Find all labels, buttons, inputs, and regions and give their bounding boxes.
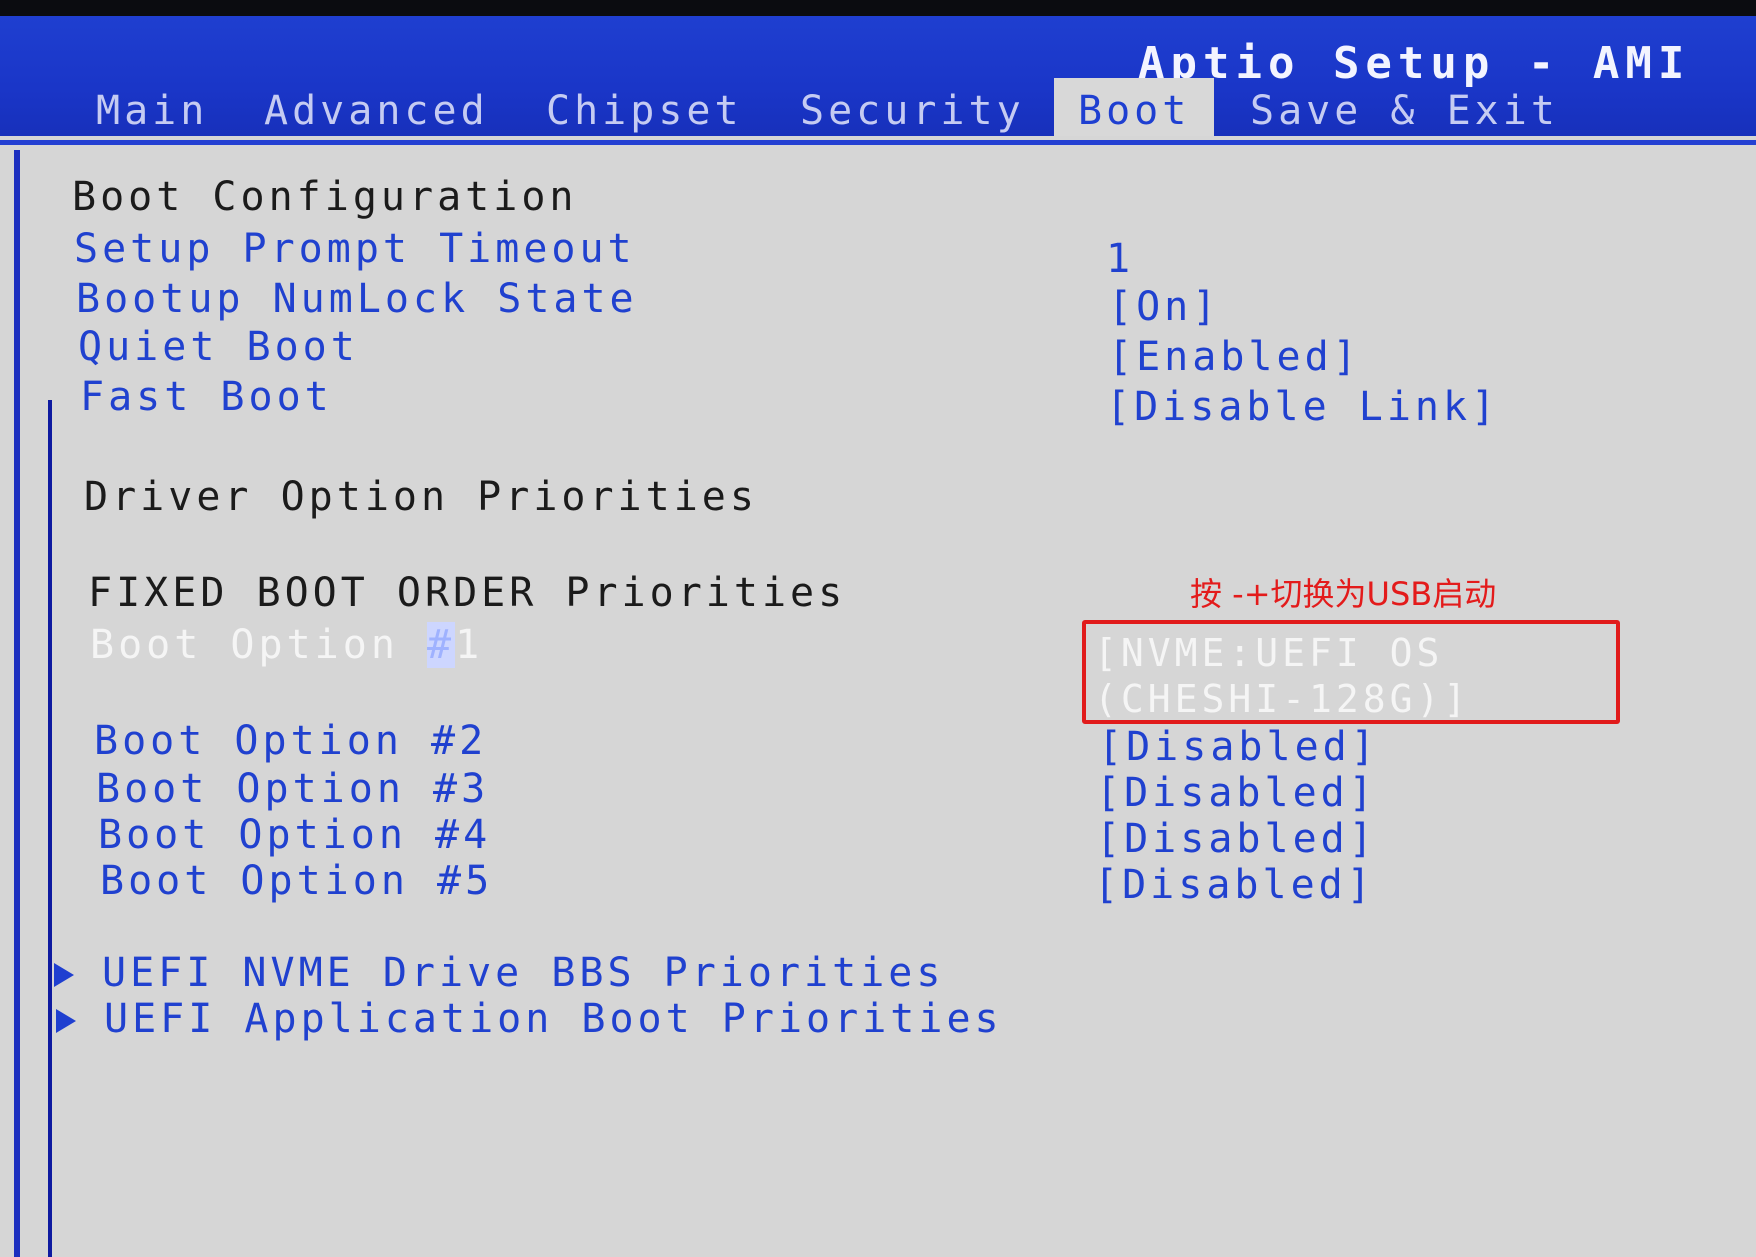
text-cursor: # <box>426 622 456 668</box>
driver-option-priorities-heading: Driver Option Priorities <box>84 474 758 520</box>
bios-screen: Aptio Setup - AMI Main Advanced Chipset … <box>0 0 1756 1257</box>
boot-option-1-number: 1 <box>455 622 484 668</box>
fixed-boot-order-heading: FIXED BOOT ORDER Priorities <box>88 570 847 616</box>
boot-option-4-value[interactable]: [Disabled] <box>1096 816 1377 862</box>
tab-main[interactable]: Main <box>96 78 208 144</box>
setup-prompt-timeout-label[interactable]: Setup Prompt Timeout <box>74 226 636 272</box>
quiet-boot-label[interactable]: Quiet Boot <box>78 324 359 370</box>
submenu-arrow-icon <box>54 963 74 987</box>
uefi-application-boot-priorities-item[interactable]: UEFI Application Boot Priorities <box>56 996 1003 1042</box>
annotation-note: 按 -+切换为USB启动 <box>1190 575 1497 613</box>
boot-option-3-label[interactable]: Boot Option #3 <box>96 766 489 812</box>
uefi-nvme-drive-bbs-priorities-label: UEFI NVME Drive BBS Priorities <box>102 950 945 996</box>
boot-option-1-value[interactable]: [NVME:UEFI OS (CHESHI-128G)] <box>1094 630 1614 722</box>
uefi-nvme-drive-bbs-priorities-item[interactable]: UEFI NVME Drive BBS Priorities <box>54 950 944 996</box>
uefi-application-boot-priorities-label: UEFI Application Boot Priorities <box>104 996 1003 1042</box>
tab-security[interactable]: Security <box>800 78 1025 144</box>
bootup-numlock-state-value[interactable]: [On] <box>1108 284 1220 330</box>
panel-left-border <box>14 150 20 1257</box>
boot-option-5-value[interactable]: [Disabled] <box>1094 862 1375 908</box>
boot-option-4-label[interactable]: Boot Option #4 <box>98 812 491 858</box>
setup-prompt-timeout-value[interactable]: 1 <box>1106 236 1134 282</box>
header-bar: Aptio Setup - AMI Main Advanced Chipset … <box>0 16 1756 144</box>
bootup-numlock-state-label[interactable]: Bootup NumLock State <box>76 276 638 322</box>
boot-option-1-label[interactable]: Boot Option #1 <box>90 622 483 668</box>
fast-boot-label[interactable]: Fast Boot <box>80 374 333 420</box>
quiet-boot-value[interactable]: [Enabled] <box>1108 334 1361 380</box>
fast-boot-value[interactable]: [Disable Link] <box>1106 384 1499 430</box>
tab-chipset[interactable]: Chipset <box>546 78 743 144</box>
boot-option-2-value[interactable]: [Disabled] <box>1098 724 1379 770</box>
panel-inner-border <box>48 400 52 1257</box>
boot-option-1-prefix: Boot Option <box>90 622 427 668</box>
boot-option-5-label[interactable]: Boot Option #5 <box>100 858 493 904</box>
tab-advanced[interactable]: Advanced <box>264 78 489 144</box>
submenu-arrow-icon <box>56 1009 76 1033</box>
boot-configuration-heading: Boot Configuration <box>72 174 578 220</box>
tab-save-exit[interactable]: Save & Exit <box>1250 78 1559 144</box>
boot-option-3-value[interactable]: [Disabled] <box>1096 770 1377 816</box>
panel-divider <box>0 140 1756 145</box>
tab-boot[interactable]: Boot <box>1054 78 1215 144</box>
boot-option-2-label[interactable]: Boot Option #2 <box>94 718 487 764</box>
